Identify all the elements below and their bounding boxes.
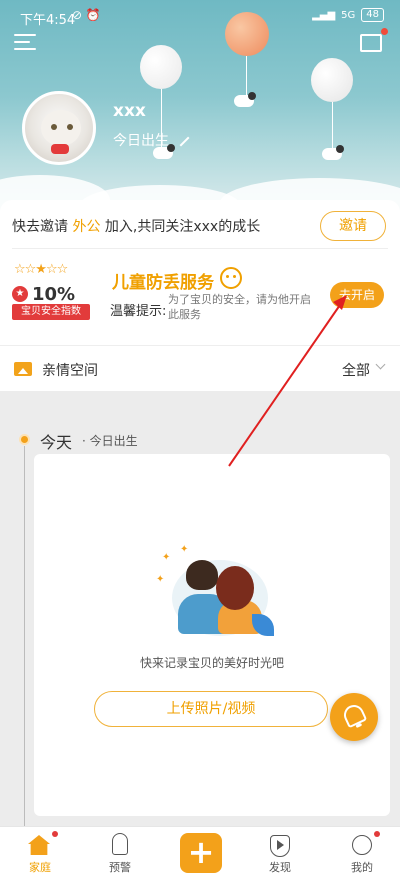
menu-icon[interactable] bbox=[14, 34, 36, 52]
enable-service-button[interactable]: 去开启 bbox=[330, 282, 384, 308]
family-illustration: ✦ ✦ ✦ bbox=[152, 544, 282, 644]
message-icon[interactable] bbox=[360, 28, 388, 52]
service-title: 儿童防丢服务 bbox=[112, 273, 214, 293]
invite-button[interactable]: 邀请 bbox=[320, 211, 386, 241]
status-icons: ⊘ ⏰ bbox=[72, 8, 101, 22]
safety-index-badge: ☆☆★☆☆ ★ 10% 宝贝安全指数 bbox=[10, 262, 90, 324]
tip-label: 温馨提示: bbox=[110, 304, 167, 319]
child-icon bbox=[220, 267, 242, 289]
divider bbox=[12, 248, 388, 249]
bell-icon bbox=[340, 701, 368, 729]
safety-percent: 10% bbox=[32, 284, 76, 305]
tab-label: 发现 bbox=[269, 861, 291, 874]
notification-dot bbox=[374, 831, 380, 837]
profile-name: xxx bbox=[113, 101, 146, 121]
invite-suffix: 加入,共同关注xxx的成长 bbox=[100, 219, 261, 235]
timeline-today-sub: · 今日出生 bbox=[82, 434, 138, 448]
tab-alert[interactable]: 预警 bbox=[80, 827, 160, 878]
balloon-string bbox=[332, 102, 333, 148]
tab-mine[interactable]: 我的 bbox=[322, 827, 400, 878]
status-bar: 下午4:54 ⊘ ⏰ ▂▄▆ 5G 48 bbox=[0, 0, 400, 32]
upload-button[interactable]: 上传照片/视频 bbox=[94, 691, 328, 727]
signal-icon: ▂▄▆ bbox=[312, 9, 336, 21]
tip-text: 为了宝贝的安全，请为他开启此服务 bbox=[168, 293, 311, 321]
timeline-line bbox=[24, 446, 25, 826]
edit-icon[interactable] bbox=[172, 129, 190, 147]
tab-label: 家庭 bbox=[29, 861, 51, 874]
tab-label: 预警 bbox=[109, 861, 131, 874]
balloon bbox=[140, 45, 182, 89]
home-icon bbox=[28, 835, 50, 855]
empty-state-text: 快来记录宝贝的美好时光吧 bbox=[139, 656, 284, 670]
sheep bbox=[322, 145, 344, 160]
timeline-today: 今天 bbox=[40, 433, 73, 452]
network-label: 5G bbox=[341, 9, 356, 21]
tab-home[interactable]: 家庭 bbox=[0, 827, 80, 878]
safety-badge-label: 宝贝安全指数 bbox=[12, 304, 90, 320]
status-right: ▂▄▆ 5G 48 bbox=[312, 8, 384, 22]
profile-birth[interactable]: 今日出生 bbox=[113, 129, 190, 150]
profile-icon bbox=[352, 835, 372, 855]
notification-dot bbox=[52, 831, 58, 837]
balloon-string bbox=[246, 56, 247, 96]
family-space-label: 亲情空间 bbox=[42, 363, 98, 379]
sheep bbox=[234, 92, 256, 107]
tab-bar: 家庭 预警 + 发现 我的 bbox=[0, 826, 400, 878]
play-icon bbox=[270, 835, 290, 857]
alarm-fab[interactable] bbox=[330, 693, 378, 741]
timeline-dot bbox=[19, 434, 30, 445]
alert-icon bbox=[112, 833, 128, 855]
balloon bbox=[311, 58, 353, 102]
family-space-row[interactable]: 亲情空间 全部 bbox=[0, 345, 400, 391]
status-time: 下午4:54 bbox=[20, 13, 76, 28]
photo-icon bbox=[14, 362, 32, 376]
notification-dot bbox=[381, 28, 388, 35]
battery-icon: 48 bbox=[361, 8, 384, 22]
invite-prefix: 快去邀请 bbox=[12, 219, 73, 235]
tab-label: 我的 bbox=[351, 861, 373, 874]
chevron-down-icon bbox=[375, 359, 386, 370]
stars-icon: ☆☆★☆☆ bbox=[14, 262, 68, 277]
add-button[interactable]: + bbox=[180, 833, 222, 873]
invite-text: 快去邀请 外公 加入,共同关注xxx的成长 bbox=[12, 216, 260, 236]
profile-birth-text: 今日出生 bbox=[113, 133, 169, 149]
tab-discover[interactable]: 发现 bbox=[240, 827, 320, 878]
medal-icon: ★ bbox=[12, 286, 28, 302]
invite-highlight: 外公 bbox=[72, 219, 101, 235]
filter-dropdown[interactable]: 全部 bbox=[342, 360, 370, 380]
timeline-card: ✦ ✦ ✦ 快来记录宝贝的美好时光吧 上传照片/视频 bbox=[34, 454, 390, 816]
avatar[interactable] bbox=[22, 91, 96, 165]
